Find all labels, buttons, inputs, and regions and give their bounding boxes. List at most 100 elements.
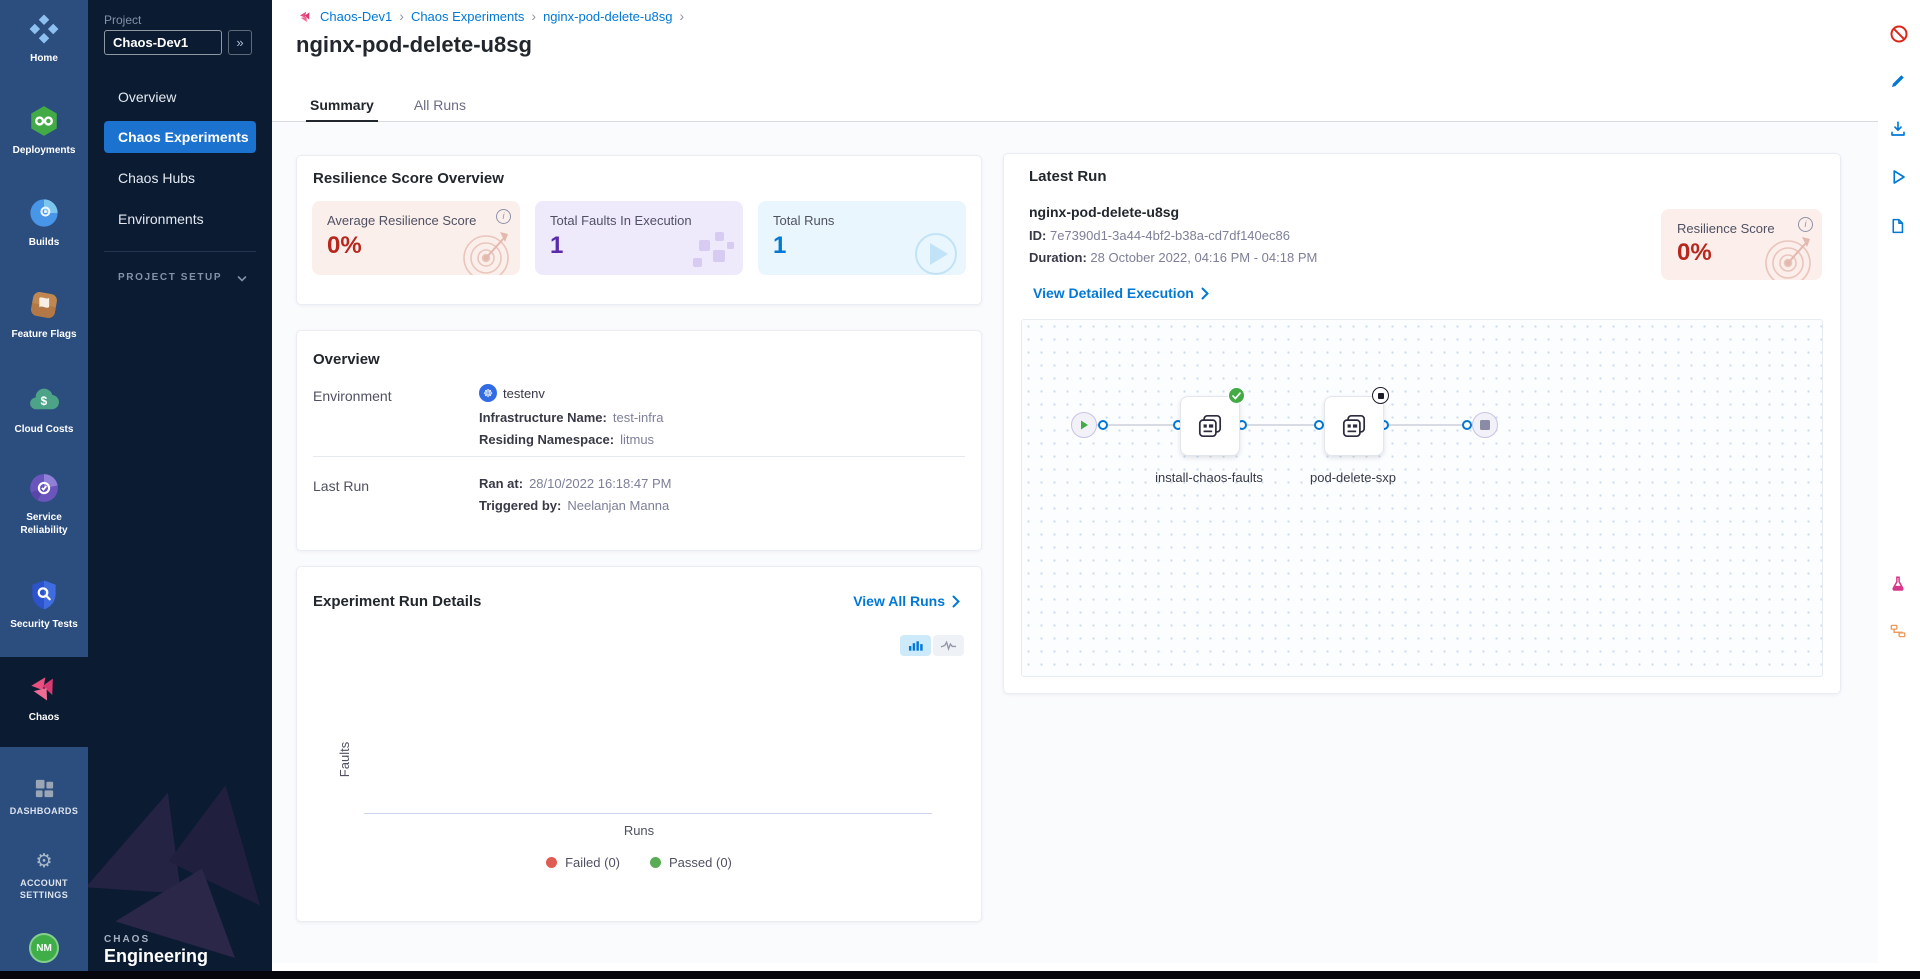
chaos-breadcrumb-icon [298,9,313,24]
sidebar-item-service-reliability[interactable]: Service Reliability [0,471,88,537]
ran-at-value: 28/10/2022 16:18:47 PM [529,476,671,491]
tile-value: 1 [773,232,786,260]
play-icon [1079,420,1089,430]
legend-failed[interactable]: Failed (0) [546,855,620,870]
right-toolbar [1878,0,1920,971]
sidebar-item-label: Deployments [9,144,80,157]
tab-summary[interactable]: Summary [296,88,388,121]
avg-resilience-score-tile: Average Resilience Score 0% [312,201,520,275]
feature-flags-icon [27,288,61,322]
overview-card: Overview Environment ☸ testenv Infrastru… [296,330,982,551]
experiment-step-icon [1339,411,1369,441]
namespace-row: Residing Namespace: litmus [479,432,654,447]
tile-value: 0% [327,232,362,260]
breadcrumb-separator [679,8,684,24]
stopped-badge [1372,387,1389,404]
environment-label: Environment [313,388,392,404]
project-setup-section[interactable]: PROJECT SETUP [118,272,222,283]
view-all-runs-label: View All Runs [853,593,945,609]
project-sidebar: Project Chaos-Dev1 » Overview Chaos Expe… [88,0,272,971]
sidebar-item-account-settings[interactable]: ⚙ ACCOUNT SETTINGS [0,852,88,901]
pipeline-end-node[interactable] [1472,412,1498,438]
legend-passed-label: Passed (0) [669,855,732,870]
breadcrumb-project[interactable]: Chaos-Dev1 [320,9,392,24]
infrastructure-value: test-infra [613,410,664,425]
sidebar-item-dashboards[interactable]: DASHBOARDS [0,777,88,818]
tile-label: Average Resilience Score [327,213,476,228]
namespace-value: litmus [620,432,654,447]
triggered-by-row: Triggered by: Neelanjan Manna [479,498,669,513]
chevron-down-icon[interactable] [236,272,248,290]
edit-icon[interactable] [1889,72,1909,92]
view-detailed-execution-label: View Detailed Execution [1033,285,1194,301]
sidebar-item-chaos[interactable]: Chaos [0,671,88,724]
pipeline-node-label: pod-delete-sxp [1293,468,1413,489]
sidebar-item-chaos-hubs[interactable]: Chaos Hubs [88,162,272,194]
bar-chart-toggle-button[interactable] [900,635,931,656]
sidebar-item-overview[interactable]: Overview [88,81,272,113]
sidebar-item-feature-flags[interactable]: Feature Flags [0,288,88,341]
sidebar-item-security-tests[interactable]: Security Tests [0,578,88,631]
document-icon[interactable] [1889,217,1909,237]
user-avatar-item[interactable]: NM [0,933,88,963]
pipeline-node-pod-delete[interactable] [1324,396,1384,456]
download-icon[interactable] [1889,120,1909,140]
tab-bar: Summary All Runs [272,88,1878,122]
connector-port[interactable] [1462,420,1472,430]
sidebar-item-builds[interactable]: Builds [0,196,88,249]
pipeline-node-label: install-chaos-faults [1149,468,1269,489]
project-label: Project [104,13,141,27]
environment-value: ☸ testenv [479,384,545,402]
menu-item-label: Chaos Hubs [118,170,195,186]
sidebar-item-deployments[interactable]: Deployments [0,104,88,157]
tab-all-runs[interactable]: All Runs [400,88,480,121]
chaos-icon [27,671,61,705]
view-all-runs-link[interactable]: View All Runs [853,593,961,609]
security-tests-icon [27,578,61,612]
passed-dot-icon [650,857,661,868]
content-area: Resilience Score Overview Average Resili… [272,122,1878,963]
pipeline-node-install-chaos-faults[interactable] [1180,396,1240,456]
connector-port[interactable] [1098,420,1108,430]
experiment-step-icon [1195,411,1225,441]
chevron-right-icon [1201,287,1210,300]
ran-at-label: Ran at: [479,476,523,491]
score-label: Resilience Score [1677,221,1775,236]
sidebar-item-chaos-experiments[interactable]: Chaos Experiments [104,121,256,153]
project-selector[interactable]: Chaos-Dev1 [104,30,222,55]
pipeline-icon[interactable] [1889,622,1909,642]
check-icon [1232,392,1241,400]
card-title: Overview [313,351,380,368]
success-check-badge [1228,387,1245,404]
expand-panel-button[interactable]: » [228,30,252,55]
tile-value: 1 [550,232,563,260]
score-value: 0% [1677,239,1712,267]
triggered-by-label: Triggered by: [479,498,561,513]
pipeline-start-node[interactable] [1071,412,1097,438]
flask-icon[interactable] [1889,575,1909,595]
tab-label: All Runs [414,97,466,113]
sidebar-item-cloud-costs[interactable]: $ Cloud Costs [0,383,88,436]
line-chart-toggle-button[interactable] [933,635,964,656]
stop-icon [1378,393,1384,399]
breadcrumb-experiment[interactable]: nginx-pod-delete-u8sg [543,9,672,24]
service-reliability-icon [27,471,61,505]
project-name: Chaos-Dev1 [113,35,188,50]
pipeline-canvas: install-chaos-faults pod-delete-sxp [1021,319,1823,677]
total-faults-tile: Total Faults In Execution 1 [535,201,743,275]
run-id-label: ID: [1029,228,1046,243]
sidebar-item-label: Security Tests [6,618,82,631]
view-detailed-execution-link[interactable]: View Detailed Execution [1033,285,1210,301]
avatar[interactable]: NM [29,933,59,963]
svg-text:$: $ [41,394,48,408]
disable-icon[interactable] [1889,24,1909,44]
legend-passed[interactable]: Passed (0) [650,855,732,870]
gear-icon: ⚙ [35,852,52,872]
connector-port[interactable] [1314,420,1324,430]
chart-x-axis-label: Runs [297,823,981,838]
sidebar-item-environments[interactable]: Environments [88,203,272,235]
home-icon [27,12,61,46]
run-icon[interactable] [1889,168,1909,188]
sidebar-item-home[interactable]: Home [0,12,88,65]
breadcrumb-chaos-experiments[interactable]: Chaos Experiments [411,9,524,24]
